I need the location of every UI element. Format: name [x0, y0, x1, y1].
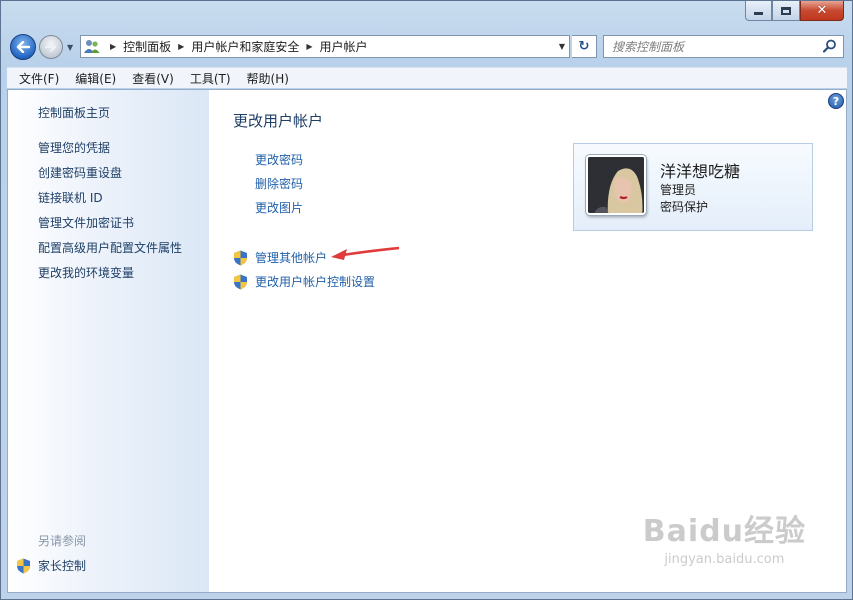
breadcrumb-control-panel[interactable]: 控制面板 — [123, 38, 171, 55]
menu-edit[interactable]: 编辑(E) — [67, 70, 124, 87]
sidebar-item-reset-disk[interactable]: 创建密码重设盘 — [38, 164, 122, 181]
control-panel-window: ✕ ▼ ▶ 控制面板 ▶ 用户帐户和家庭安全 ▶ 用户帐户 ▼ ↻ 搜索控制面板… — [0, 0, 853, 600]
avatar[interactable] — [586, 155, 646, 215]
sidebar-item-credentials[interactable]: 管理您的凭据 — [38, 139, 110, 156]
navigation-bar: ▼ ▶ 控制面板 ▶ 用户帐户和家庭安全 ▶ 用户帐户 ▼ ↻ — [7, 31, 847, 63]
remove-password-link[interactable]: 删除密码 — [255, 175, 303, 192]
change-password-link[interactable]: 更改密码 — [255, 151, 303, 168]
uac-settings-link[interactable]: 更改用户帐户控制设置 — [233, 273, 375, 290]
breadcrumb-separator-icon[interactable]: ▶ — [178, 42, 184, 51]
search-box[interactable] — [603, 35, 844, 58]
sidebar-item-encryption-certs[interactable]: 管理文件加密证书 — [38, 214, 134, 231]
forward-button[interactable] — [39, 35, 63, 59]
search-icon[interactable] — [822, 39, 837, 56]
search-input[interactable] — [604, 36, 814, 57]
help-button[interactable]: ? — [828, 93, 844, 109]
uac-shield-icon — [234, 250, 247, 265]
watermark-brand: Baidu经验 — [642, 514, 806, 549]
user-accounts-icon — [81, 36, 103, 57]
menu-file[interactable]: 文件(F) — [11, 70, 67, 87]
close-icon: ✕ — [816, 3, 828, 18]
sidebar-item-online-id[interactable]: 链接联机 ID — [38, 189, 103, 206]
address-dropdown-icon[interactable]: ▼ — [559, 42, 565, 51]
forward-arrow-icon — [45, 42, 56, 52]
change-picture-link[interactable]: 更改图片 — [255, 199, 303, 216]
refresh-icon: ↻ — [578, 39, 590, 54]
minimize-button[interactable] — [745, 1, 772, 21]
main-panel: ? 更改用户帐户 更改密码 删除密码 更改图片 管理其他帐户 更改用户帐户控制设… — [209, 90, 846, 592]
uac-settings-label: 更改用户帐户控制设置 — [255, 275, 376, 289]
breadcrumb-user-accounts[interactable]: 用户帐户 — [320, 38, 368, 55]
manage-other-accounts-label: 管理其他帐户 — [255, 251, 328, 265]
sidebar-item-profile-properties[interactable]: 配置高级用户配置文件属性 — [38, 239, 182, 256]
task-sidebar: 控制面板主页 管理您的凭据 创建密码重设盘 链接联机 ID 管理文件加密证书 配… — [8, 90, 209, 592]
caption-buttons: ✕ — [745, 1, 844, 22]
minimize-icon — [754, 12, 763, 15]
user-role: 管理员 — [660, 183, 697, 197]
parental-controls-label: 家长控制 — [38, 559, 87, 573]
parental-controls-link[interactable]: 家长控制 — [16, 557, 86, 574]
recent-pages-dropdown-icon[interactable]: ▼ — [67, 43, 73, 52]
menu-view[interactable]: 查看(V) — [124, 70, 182, 87]
password-status: 密码保护 — [660, 200, 709, 214]
close-button[interactable]: ✕ — [800, 1, 844, 21]
breadcrumb-separator-icon[interactable]: ▶ — [306, 42, 312, 51]
menu-tools[interactable]: 工具(T) — [182, 70, 239, 87]
sidebar-control-panel-home[interactable]: 控制面板主页 — [38, 104, 110, 121]
address-bar[interactable]: ▶ 控制面板 ▶ 用户帐户和家庭安全 ▶ 用户帐户 ▼ — [80, 35, 570, 58]
back-button[interactable] — [10, 34, 36, 60]
sidebar-item-env-variables[interactable]: 更改我的环境变量 — [38, 264, 134, 281]
refresh-button[interactable]: ↻ — [572, 35, 597, 58]
maximize-button[interactable] — [772, 1, 800, 21]
maximize-icon — [781, 6, 791, 15]
red-annotation-arrow — [331, 246, 400, 260]
breadcrumb-user-accounts-family[interactable]: 用户帐户和家庭安全 — [191, 38, 299, 55]
watermark-url: jingyan.baidu.com — [664, 552, 785, 567]
content-area: 控制面板主页 管理您的凭据 创建密码重设盘 链接联机 ID 管理文件加密证书 配… — [7, 89, 847, 593]
user-account-card: 洋洋想吃糖 管理员 密码保护 — [573, 143, 813, 231]
baidu-watermark: Baidu经验 jingyan.baidu.com — [643, 506, 806, 567]
back-arrow-icon — [16, 41, 30, 53]
menu-bar: 文件(F) 编辑(E) 查看(V) 工具(T) 帮助(H) — [7, 67, 847, 88]
menu-help[interactable]: 帮助(H) — [239, 70, 297, 87]
page-title: 更改用户帐户 — [233, 112, 324, 130]
uac-shield-icon — [234, 274, 247, 289]
see-also-heading: 另请参阅 — [38, 534, 87, 548]
user-name: 洋洋想吃糖 — [660, 162, 741, 181]
uac-shield-icon — [17, 558, 30, 573]
breadcrumb-separator-icon[interactable]: ▶ — [110, 42, 116, 51]
manage-other-accounts-link[interactable]: 管理其他帐户 — [233, 249, 327, 266]
